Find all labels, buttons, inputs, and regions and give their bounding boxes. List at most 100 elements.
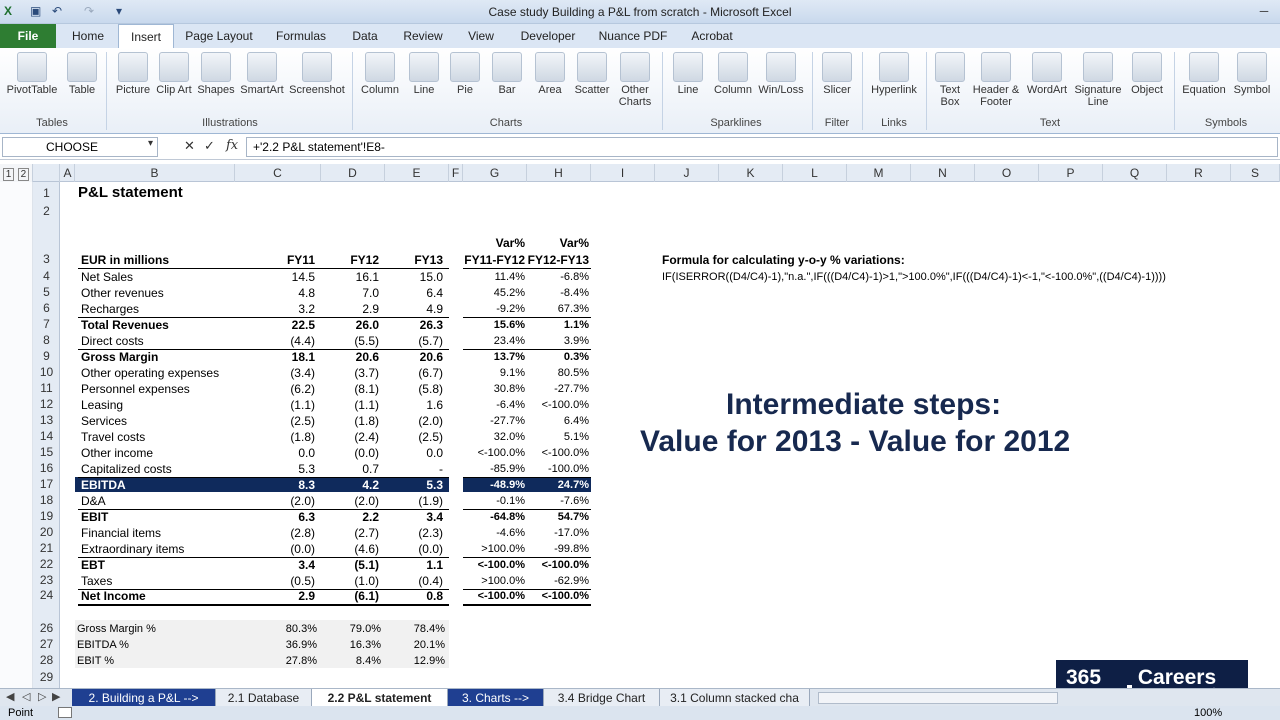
line-item-value-fy13[interactable]: 1.6 [381,397,443,413]
line-item-value-v1[interactable]: -64.8% [463,509,525,525]
line-item-value-fy11[interactable]: 14.5 [233,269,315,285]
textbox-button[interactable]: Text Box [930,52,970,108]
row-header[interactable]: 23 [33,573,60,587]
line-item-value-fy11[interactable]: 18.1 [233,349,315,365]
ratio-value-fy13[interactable]: 20.1% [381,637,445,653]
line-item-value-v2[interactable]: -62.9% [527,573,589,589]
line-item-value-fy13[interactable]: 15.0 [381,269,443,285]
ratio-value-fy11[interactable]: 27.8% [233,653,317,669]
smartart-button[interactable]: SmartArt [238,52,286,96]
line-item-value-fy12[interactable]: (6.1) [317,588,379,604]
row-header[interactable]: 8 [33,333,60,347]
line-item-value-fy13[interactable]: 4.9 [381,301,443,317]
line-item-label[interactable]: Other operating expenses [81,365,251,381]
row-header[interactable]: 3 [33,252,60,266]
line-item-value-v1[interactable]: -9.2% [463,301,525,317]
outline-level-2[interactable]: 2 [17,168,30,181]
line-item-label[interactable]: EBT [81,557,251,573]
line-item-value-fy12[interactable]: 4.2 [317,477,379,493]
line-item-value-v2[interactable]: -27.7% [527,381,589,397]
sheet-tab-column-stacked[interactable]: 3.1 Column stacked cha [660,689,810,707]
col-header-m[interactable]: M [847,164,911,182]
minimize-icon[interactable]: ─ [1252,2,1276,20]
line-item-label[interactable]: Gross Margin [81,349,251,365]
zoom-level[interactable]: 100% [1194,706,1222,720]
ratio-value-fy13[interactable]: 78.4% [381,621,445,637]
line-item-value-v1[interactable]: -4.6% [463,525,525,541]
row-header[interactable]: 7 [33,317,60,331]
line-item-value-fy13[interactable]: 0.8 [381,588,443,604]
line-item-value-fy11[interactable]: (2.5) [233,413,315,429]
area-chart-button[interactable]: Area [530,52,570,96]
horizontal-scrollbar[interactable] [818,692,1058,704]
sheet-nav-prev-icon[interactable]: ◁ [22,690,30,703]
line-item-value-fy12[interactable]: (5.1) [317,557,379,573]
row-header[interactable]: 27 [33,637,60,651]
sparkline-line-button[interactable]: Line [666,52,710,96]
line-item-value-fy13[interactable]: (0.4) [381,573,443,589]
row-header[interactable]: 20 [33,525,60,539]
line-item-value-v2[interactable]: -6.8% [527,269,589,285]
row-header[interactable]: 10 [33,365,60,379]
name-box[interactable]: CHOOSE [2,137,158,157]
symbol-button[interactable]: Symbol [1230,52,1274,96]
line-item-value-fy12[interactable]: (3.7) [317,365,379,381]
sheet-nav-first-icon[interactable]: ◀ [6,690,14,703]
row-header[interactable]: 12 [33,397,60,411]
line-item-value-fy11[interactable]: 5.3 [233,461,315,477]
screenshot-button[interactable]: Screenshot [286,52,348,96]
line-item-value-v1[interactable]: 32.0% [463,429,525,445]
col-header-l[interactable]: L [783,164,847,182]
row-header[interactable]: 28 [33,653,60,667]
line-item-value-v1[interactable]: 45.2% [463,285,525,301]
sheet-tab-database[interactable]: 2.1 Database [216,689,312,707]
line-item-label[interactable]: Other income [81,445,251,461]
sheet-tab-building-pl[interactable]: 2. Building a P&L --> [72,689,216,707]
object-button[interactable]: Object [1124,52,1170,96]
ratio-value-fy11[interactable]: 80.3% [233,621,317,637]
tab-data[interactable]: Data [344,24,386,48]
line-item-value-v2[interactable]: -100.0% [527,461,589,477]
row-header[interactable]: 4 [33,269,60,283]
shapes-button[interactable]: Shapes [194,52,238,96]
line-item-label[interactable]: Leasing [81,397,251,413]
line-item-label[interactable]: EBIT [81,509,251,525]
worksheet-grid[interactable]: P&L statement Var% Var% EUR in millions … [61,182,1280,688]
line-item-value-v2[interactable]: 6.4% [527,413,589,429]
tab-page-layout[interactable]: Page Layout [180,24,258,48]
formula-input[interactable]: +'2.2 P&L statement'!E8- [246,137,1278,157]
line-item-value-fy11[interactable]: (0.5) [233,573,315,589]
sheet-nav-next-icon[interactable]: ▷ [38,690,46,703]
line-item-value-fy13[interactable]: (2.3) [381,525,443,541]
line-item-value-fy13[interactable]: 1.1 [381,557,443,573]
col-header-o[interactable]: O [975,164,1039,182]
line-item-value-fy11[interactable]: (3.4) [233,365,315,381]
col-header-c[interactable]: C [235,164,321,182]
line-item-value-v2[interactable]: <-100.0% [527,445,589,461]
line-item-value-v2[interactable]: 5.1% [527,429,589,445]
line-item-value-v2[interactable]: -8.4% [527,285,589,301]
line-item-value-fy13[interactable]: 3.4 [381,509,443,525]
line-item-label[interactable]: Taxes [81,573,251,589]
row-header[interactable]: 2 [33,204,60,218]
line-item-value-fy13[interactable]: (5.7) [381,333,443,349]
col-header-j[interactable]: J [655,164,719,182]
col-header-p[interactable]: P [1039,164,1103,182]
scatter-chart-button[interactable]: Scatter [572,52,612,96]
sheet-tab-bridge-chart[interactable]: 3.4 Bridge Chart [544,689,660,707]
line-item-value-v1[interactable]: <-100.0% [463,445,525,461]
line-item-value-fy13[interactable]: 20.6 [381,349,443,365]
line-item-value-fy11[interactable]: (0.0) [233,541,315,557]
line-item-value-v2[interactable]: 0.3% [527,349,589,365]
line-item-value-v2[interactable]: <-100.0% [527,397,589,413]
line-item-label[interactable]: D&A [81,493,251,509]
tab-nuance-pdf[interactable]: Nuance PDF [596,24,670,48]
sheet-tab-pl-statement[interactable]: 2.2 P&L statement [312,689,448,707]
row-header[interactable]: 14 [33,429,60,443]
tab-formulas[interactable]: Formulas [268,24,334,48]
line-item-value-v2[interactable]: 67.3% [527,301,589,317]
select-all-corner[interactable] [33,164,60,182]
line-item-value-v1[interactable]: -27.7% [463,413,525,429]
line-item-value-fy13[interactable]: 6.4 [381,285,443,301]
line-item-value-fy13[interactable]: 0.0 [381,445,443,461]
